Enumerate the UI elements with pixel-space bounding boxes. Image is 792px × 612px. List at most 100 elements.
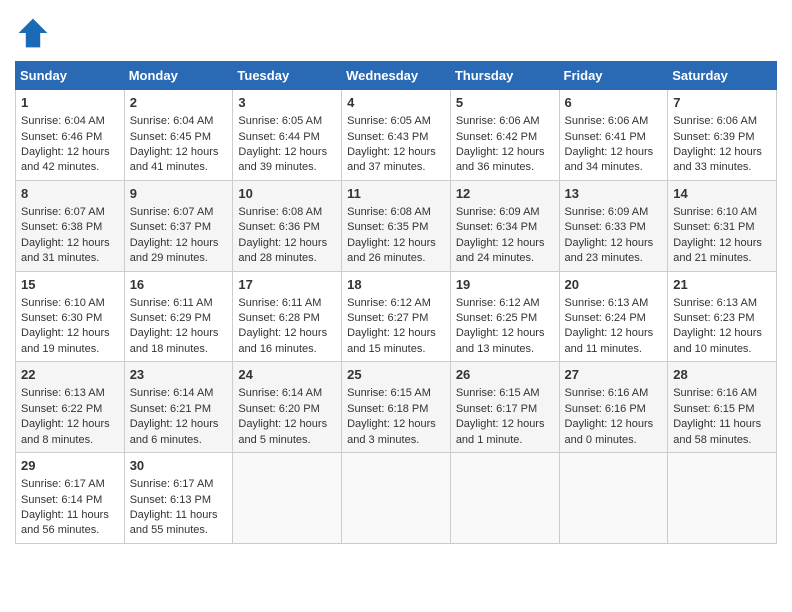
day-info: Daylight: 12 hours bbox=[673, 326, 771, 341]
day-info: Daylight: 12 hours bbox=[238, 326, 336, 341]
day-info: and 18 minutes. bbox=[130, 342, 228, 357]
day-info: Sunrise: 6:16 AM bbox=[673, 386, 771, 401]
day-info: Daylight: 12 hours bbox=[130, 326, 228, 341]
day-info: Sunrise: 6:13 AM bbox=[565, 296, 663, 311]
day-info: and 8 minutes. bbox=[21, 433, 119, 448]
day-info: and 55 minutes. bbox=[130, 523, 228, 538]
day-number: 10 bbox=[238, 185, 336, 203]
day-info: Daylight: 12 hours bbox=[565, 326, 663, 341]
day-info: Daylight: 12 hours bbox=[130, 236, 228, 251]
day-info: and 13 minutes. bbox=[456, 342, 554, 357]
day-info: Sunrise: 6:12 AM bbox=[347, 296, 445, 311]
day-info: Daylight: 12 hours bbox=[347, 145, 445, 160]
day-info: Sunrise: 6:10 AM bbox=[21, 296, 119, 311]
day-info: Sunset: 6:29 PM bbox=[130, 311, 228, 326]
day-info: Sunrise: 6:17 AM bbox=[130, 477, 228, 492]
day-info: and 26 minutes. bbox=[347, 251, 445, 266]
day-number: 9 bbox=[130, 185, 228, 203]
day-header-monday: Monday bbox=[124, 62, 233, 90]
calendar-cell: 18Sunrise: 6:12 AMSunset: 6:27 PMDayligh… bbox=[342, 271, 451, 362]
day-info: and 42 minutes. bbox=[21, 160, 119, 175]
day-info: Sunset: 6:22 PM bbox=[21, 402, 119, 417]
day-info: Daylight: 12 hours bbox=[347, 326, 445, 341]
calendar-cell: 12Sunrise: 6:09 AMSunset: 6:34 PMDayligh… bbox=[450, 180, 559, 271]
day-info: Sunrise: 6:05 AM bbox=[238, 114, 336, 129]
day-info: Sunset: 6:38 PM bbox=[21, 220, 119, 235]
logo bbox=[15, 15, 55, 51]
day-info: Sunrise: 6:08 AM bbox=[238, 205, 336, 220]
day-info: Sunrise: 6:11 AM bbox=[130, 296, 228, 311]
calendar-cell: 7Sunrise: 6:06 AMSunset: 6:39 PMDaylight… bbox=[668, 90, 777, 181]
day-info: Daylight: 12 hours bbox=[347, 236, 445, 251]
calendar-cell: 1Sunrise: 6:04 AMSunset: 6:46 PMDaylight… bbox=[16, 90, 125, 181]
calendar-cell: 3Sunrise: 6:05 AMSunset: 6:44 PMDaylight… bbox=[233, 90, 342, 181]
day-info: Sunrise: 6:16 AM bbox=[565, 386, 663, 401]
day-info: Sunrise: 6:15 AM bbox=[456, 386, 554, 401]
calendar-cell: 19Sunrise: 6:12 AMSunset: 6:25 PMDayligh… bbox=[450, 271, 559, 362]
day-number: 5 bbox=[456, 94, 554, 112]
day-info: Sunset: 6:31 PM bbox=[673, 220, 771, 235]
day-info: and 3 minutes. bbox=[347, 433, 445, 448]
calendar-cell: 24Sunrise: 6:14 AMSunset: 6:20 PMDayligh… bbox=[233, 362, 342, 453]
day-info: Sunrise: 6:06 AM bbox=[673, 114, 771, 129]
calendar-cell bbox=[342, 453, 451, 544]
day-info: Sunrise: 6:17 AM bbox=[21, 477, 119, 492]
day-info: Daylight: 12 hours bbox=[456, 236, 554, 251]
day-info: Sunset: 6:39 PM bbox=[673, 130, 771, 145]
day-info: Sunrise: 6:11 AM bbox=[238, 296, 336, 311]
day-info: and 34 minutes. bbox=[565, 160, 663, 175]
day-info: Sunrise: 6:04 AM bbox=[130, 114, 228, 129]
day-info: Daylight: 12 hours bbox=[456, 326, 554, 341]
day-header-friday: Friday bbox=[559, 62, 668, 90]
day-info: Sunrise: 6:09 AM bbox=[565, 205, 663, 220]
day-info: and 58 minutes. bbox=[673, 433, 771, 448]
day-info: Sunset: 6:36 PM bbox=[238, 220, 336, 235]
calendar-cell: 23Sunrise: 6:14 AMSunset: 6:21 PMDayligh… bbox=[124, 362, 233, 453]
day-info: Daylight: 12 hours bbox=[565, 417, 663, 432]
day-info: and 11 minutes. bbox=[565, 342, 663, 357]
week-row-5: 29Sunrise: 6:17 AMSunset: 6:14 PMDayligh… bbox=[16, 453, 777, 544]
day-number: 28 bbox=[673, 366, 771, 384]
day-info: and 36 minutes. bbox=[456, 160, 554, 175]
day-info: and 19 minutes. bbox=[21, 342, 119, 357]
calendar-cell bbox=[668, 453, 777, 544]
day-info: Daylight: 12 hours bbox=[456, 417, 554, 432]
day-info: Sunset: 6:30 PM bbox=[21, 311, 119, 326]
day-header-thursday: Thursday bbox=[450, 62, 559, 90]
day-info: and 41 minutes. bbox=[130, 160, 228, 175]
day-number: 3 bbox=[238, 94, 336, 112]
calendar-table: SundayMondayTuesdayWednesdayThursdayFrid… bbox=[15, 61, 777, 544]
calendar-cell: 13Sunrise: 6:09 AMSunset: 6:33 PMDayligh… bbox=[559, 180, 668, 271]
day-info: Daylight: 12 hours bbox=[130, 417, 228, 432]
day-number: 16 bbox=[130, 276, 228, 294]
day-info: and 29 minutes. bbox=[130, 251, 228, 266]
day-number: 29 bbox=[21, 457, 119, 475]
day-info: Sunrise: 6:08 AM bbox=[347, 205, 445, 220]
day-info: Sunset: 6:42 PM bbox=[456, 130, 554, 145]
day-header-sunday: Sunday bbox=[16, 62, 125, 90]
day-number: 20 bbox=[565, 276, 663, 294]
day-info: and 56 minutes. bbox=[21, 523, 119, 538]
day-info: Sunset: 6:34 PM bbox=[456, 220, 554, 235]
day-info: Daylight: 12 hours bbox=[238, 236, 336, 251]
day-info: Daylight: 12 hours bbox=[238, 145, 336, 160]
day-info: and 15 minutes. bbox=[347, 342, 445, 357]
calendar-cell: 27Sunrise: 6:16 AMSunset: 6:16 PMDayligh… bbox=[559, 362, 668, 453]
day-info: Sunset: 6:23 PM bbox=[673, 311, 771, 326]
day-info: Daylight: 12 hours bbox=[673, 145, 771, 160]
day-number: 15 bbox=[21, 276, 119, 294]
day-info: and 5 minutes. bbox=[238, 433, 336, 448]
day-number: 26 bbox=[456, 366, 554, 384]
day-number: 23 bbox=[130, 366, 228, 384]
day-info: Sunset: 6:41 PM bbox=[565, 130, 663, 145]
day-info: Daylight: 12 hours bbox=[21, 326, 119, 341]
calendar-cell: 11Sunrise: 6:08 AMSunset: 6:35 PMDayligh… bbox=[342, 180, 451, 271]
day-info: Sunrise: 6:13 AM bbox=[21, 386, 119, 401]
calendar-cell: 14Sunrise: 6:10 AMSunset: 6:31 PMDayligh… bbox=[668, 180, 777, 271]
calendar-cell bbox=[450, 453, 559, 544]
calendar-cell: 5Sunrise: 6:06 AMSunset: 6:42 PMDaylight… bbox=[450, 90, 559, 181]
day-info: Daylight: 11 hours bbox=[673, 417, 771, 432]
calendar-cell: 30Sunrise: 6:17 AMSunset: 6:13 PMDayligh… bbox=[124, 453, 233, 544]
day-info: Daylight: 12 hours bbox=[673, 236, 771, 251]
day-number: 12 bbox=[456, 185, 554, 203]
